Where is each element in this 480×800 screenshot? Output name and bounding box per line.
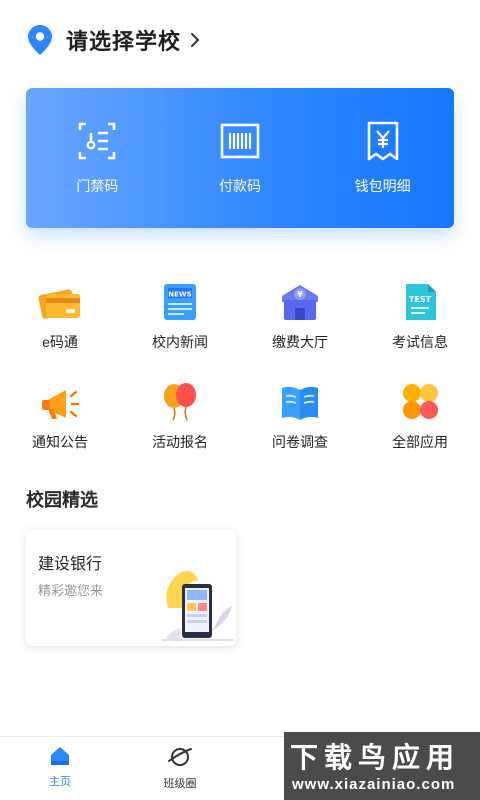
- svg-text:NEWS: NEWS: [168, 291, 191, 299]
- tab-home-label: 主页: [49, 776, 71, 788]
- grid-item-label: 考试信息: [392, 334, 448, 350]
- grid-item-ecode[interactable]: e码通: [0, 282, 120, 352]
- news-icon: NEWS: [158, 282, 202, 322]
- school-selector[interactable]: 请选择学校: [26, 22, 201, 58]
- card-wallet-icon: [38, 282, 82, 322]
- all-apps-icon: [398, 382, 442, 422]
- home-icon: [51, 747, 69, 765]
- payment-code-button[interactable]: 付款码: [169, 88, 312, 228]
- planet-icon: [168, 748, 192, 766]
- location-pin-icon: [28, 25, 52, 55]
- quick-access-card: 门禁码 付款码 钱包明细: [26, 88, 454, 228]
- grid-item-news[interactable]: NEWS 校内新闻: [120, 282, 240, 352]
- grid-item-label: 全部应用: [392, 434, 448, 450]
- phone-illustration-icon: [162, 571, 234, 642]
- grid-item-payment-hall[interactable]: ¥ 缴费大厅: [240, 282, 360, 352]
- grid-item-all-apps[interactable]: 全部应用: [360, 382, 480, 452]
- function-grid: e码通 NEWS 校内新闻 ¥ 缴费大厅 TEST 考试信息 通知公告 活动报名…: [0, 282, 480, 452]
- access-code-label: 门禁码: [76, 178, 119, 194]
- school-selector-label: 请选择学校: [66, 29, 182, 54]
- payment-code-label: 付款码: [219, 178, 261, 194]
- promo-card[interactable]: 建设银行 精彩邀您来: [26, 530, 236, 646]
- grid-item-label: 缴费大厅: [272, 334, 328, 350]
- grid-item-label: e码通: [42, 334, 78, 350]
- access-card-icon: [79, 122, 116, 160]
- payment-hall-icon: ¥: [278, 282, 322, 322]
- grid-item-label: 问卷调查: [272, 434, 328, 450]
- grid-item-label: 校内新闻: [152, 334, 208, 350]
- megaphone-icon: [38, 382, 82, 422]
- grid-item-label: 通知公告: [32, 434, 88, 450]
- access-code-button[interactable]: 门禁码: [26, 88, 169, 228]
- tab-home[interactable]: 主页: [20, 745, 100, 789]
- watermark: 下载鸟应用 www.xiazainiao.com: [284, 732, 480, 800]
- test-doc-icon: TEST: [398, 282, 442, 322]
- open-book-icon: [278, 382, 322, 422]
- chevron-right-icon: [191, 33, 200, 47]
- barcode-icon: [220, 123, 260, 159]
- grid-item-exam[interactable]: TEST 考试信息: [360, 282, 480, 352]
- svg-text:¥: ¥: [297, 290, 303, 299]
- tab-class-circle-label: 班级圈: [163, 778, 197, 790]
- watermark-title: 下载鸟应用: [290, 742, 461, 773]
- watermark-url: www.xiazainiao.com: [292, 776, 456, 793]
- grid-item-label: 活动报名: [152, 434, 208, 450]
- section-title: 校园精选: [26, 490, 98, 510]
- grid-item-notice[interactable]: 通知公告: [0, 382, 120, 452]
- yuan-receipt-icon: [367, 121, 398, 161]
- svg-text:TEST: TEST: [409, 295, 432, 304]
- grid-item-survey[interactable]: 问卷调查: [240, 382, 360, 452]
- wallet-detail-button[interactable]: 钱包明细: [311, 88, 454, 228]
- promo-subtitle: 精彩邀您来: [38, 583, 104, 598]
- tab-class-circle[interactable]: 班级圈: [140, 745, 220, 791]
- promo-title: 建设银行: [38, 556, 103, 573]
- balloons-icon: [158, 382, 202, 422]
- grid-item-activity[interactable]: 活动报名: [120, 382, 240, 452]
- wallet-detail-label: 钱包明细: [354, 178, 411, 194]
